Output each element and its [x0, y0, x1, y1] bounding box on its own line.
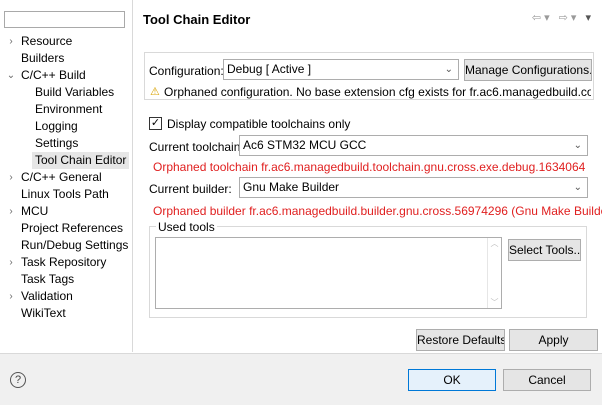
tree-item-run-debug-settings[interactable]: Run/Debug Settings — [0, 237, 133, 254]
warning-icon: ⚠ — [150, 86, 160, 98]
tree-item-wikitext[interactable]: WikiText — [0, 305, 133, 322]
back-icon[interactable]: ⇦ — [532, 11, 544, 24]
scroll-down-icon[interactable]: ﹀ — [488, 297, 501, 308]
used-tools-list[interactable]: ︿ ﹀ — [155, 237, 502, 309]
help-icon[interactable]: ? — [10, 372, 26, 388]
configuration-value: Debug [ Active ] — [227, 62, 312, 76]
current-builder-value: Gnu Make Builder — [243, 180, 340, 194]
display-compatible-label: Display compatible toolchains only — [167, 117, 351, 131]
restore-defaults-button[interactable]: Restore Defaults — [416, 329, 505, 351]
menu-icon[interactable]: ▾ — [585, 11, 594, 24]
tree-item-label: Builders — [21, 51, 65, 65]
apply-button[interactable]: Apply — [509, 329, 598, 351]
dialog-button-bar: ? OK Cancel — [0, 353, 602, 405]
ok-button[interactable]: OK — [408, 369, 496, 391]
select-tools-button[interactable]: Select Tools... — [508, 239, 581, 261]
tree-item-settings[interactable]: Settings — [0, 135, 133, 152]
tree-item-label: MCU — [21, 204, 49, 218]
used-tools-legend: Used tools — [156, 220, 217, 234]
tree-item-cc-general[interactable]: › C/C++ General — [0, 169, 133, 186]
filter-input[interactable] — [4, 11, 125, 28]
forward-icon[interactable]: ⇨ — [559, 11, 571, 24]
builder-error: Orphaned builder fr.ac6.managedbuild.bui… — [153, 204, 602, 218]
expand-chevron-icon[interactable]: › — [6, 288, 16, 305]
configuration-select[interactable]: Debug [ Active ] ⌄ — [223, 59, 459, 80]
configuration-warning: Orphaned configuration. No base extensio… — [164, 85, 591, 99]
tree-item-label: Task Tags — [21, 272, 75, 286]
property-tree: › Resource Builders ⌄ C/C++ Build Build … — [0, 33, 133, 322]
current-toolchain-select[interactable]: Ac6 STM32 MCU GCC ⌄ — [239, 135, 588, 156]
current-toolchain-value: Ac6 STM32 MCU GCC — [243, 138, 367, 152]
tree-item-task-repository[interactable]: › Task Repository — [0, 254, 133, 271]
tree-item-label: Tool Chain Editor — [32, 152, 130, 169]
tree-item-mcu[interactable]: › MCU — [0, 203, 133, 220]
tree-item-cc-build[interactable]: ⌄ C/C++ Build — [0, 67, 133, 84]
current-builder-label: Current builder: — [149, 182, 232, 196]
tree-item-label: Build Variables — [35, 85, 115, 99]
page-title: Tool Chain Editor — [143, 12, 251, 27]
configuration-label: Configuration: — [149, 64, 224, 78]
tree-item-resource[interactable]: › Resource — [0, 33, 133, 50]
tree-item-label: Resource — [21, 34, 73, 48]
dropdown-icon[interactable]: ▾ — [544, 11, 553, 24]
cancel-button[interactable]: Cancel — [503, 369, 591, 391]
tree-item-label: Project References — [21, 221, 124, 235]
tree-item-label: WikiText — [21, 306, 66, 320]
toolchain-error: Orphaned toolchain fr.ac6.managedbuild.t… — [153, 160, 585, 174]
tree-item-label: Run/Debug Settings — [21, 238, 129, 252]
list-scrollbar[interactable]: ︿ ﹀ — [487, 238, 501, 308]
current-builder-select[interactable]: Gnu Make Builder ⌄ — [239, 177, 588, 198]
header-toolbar: ⇦▾ ⇨▾ ▾ — [532, 11, 594, 24]
display-compatible-checkbox[interactable]: ✓ — [149, 117, 162, 130]
expand-chevron-icon[interactable]: › — [6, 203, 16, 220]
checkmark-icon: ✓ — [150, 117, 161, 129]
tree-item-environment[interactable]: Environment — [0, 101, 133, 118]
property-navigation-pane: › Resource Builders ⌄ C/C++ Build Build … — [0, 0, 133, 352]
tree-item-project-references[interactable]: Project References — [0, 220, 133, 237]
chevron-down-icon: ⌄ — [573, 182, 582, 193]
collapse-chevron-icon[interactable]: ⌄ — [6, 67, 16, 84]
tree-item-validation[interactable]: › Validation — [0, 288, 133, 305]
tree-item-label: Task Repository — [21, 255, 107, 269]
tree-item-task-tags[interactable]: Task Tags — [0, 271, 133, 288]
chevron-down-icon: ⌄ — [444, 64, 453, 75]
tree-item-label: C/C++ Build — [21, 68, 86, 82]
tree-item-label: Environment — [35, 102, 103, 116]
page-header: Tool Chain Editor ⇦▾ ⇨▾ ▾ — [134, 0, 602, 36]
expand-chevron-icon[interactable]: › — [6, 33, 16, 50]
tree-item-label: Settings — [35, 136, 79, 150]
tree-item-label: Logging — [35, 119, 78, 133]
tree-item-linux-tools-path[interactable]: Linux Tools Path — [0, 186, 133, 203]
tree-item-build-variables[interactable]: Build Variables — [0, 84, 133, 101]
chevron-down-icon: ⌄ — [573, 140, 582, 151]
tree-item-label: C/C++ General — [21, 170, 102, 184]
current-toolchain-label: Current toolchain: — [149, 140, 244, 154]
scroll-up-icon[interactable]: ︿ — [488, 238, 501, 249]
expand-chevron-icon[interactable]: › — [6, 254, 16, 271]
tree-item-label: Validation — [21, 289, 73, 303]
tree-item-builders[interactable]: Builders — [0, 50, 133, 67]
manage-configurations-button[interactable]: Manage Configurations... — [464, 59, 592, 81]
tree-item-logging[interactable]: Logging — [0, 118, 133, 135]
dropdown-icon[interactable]: ▾ — [571, 11, 580, 24]
tree-item-tool-chain-editor[interactable]: Tool Chain Editor — [0, 152, 133, 169]
tree-item-label: Linux Tools Path — [21, 187, 109, 201]
expand-chevron-icon[interactable]: › — [6, 169, 16, 186]
